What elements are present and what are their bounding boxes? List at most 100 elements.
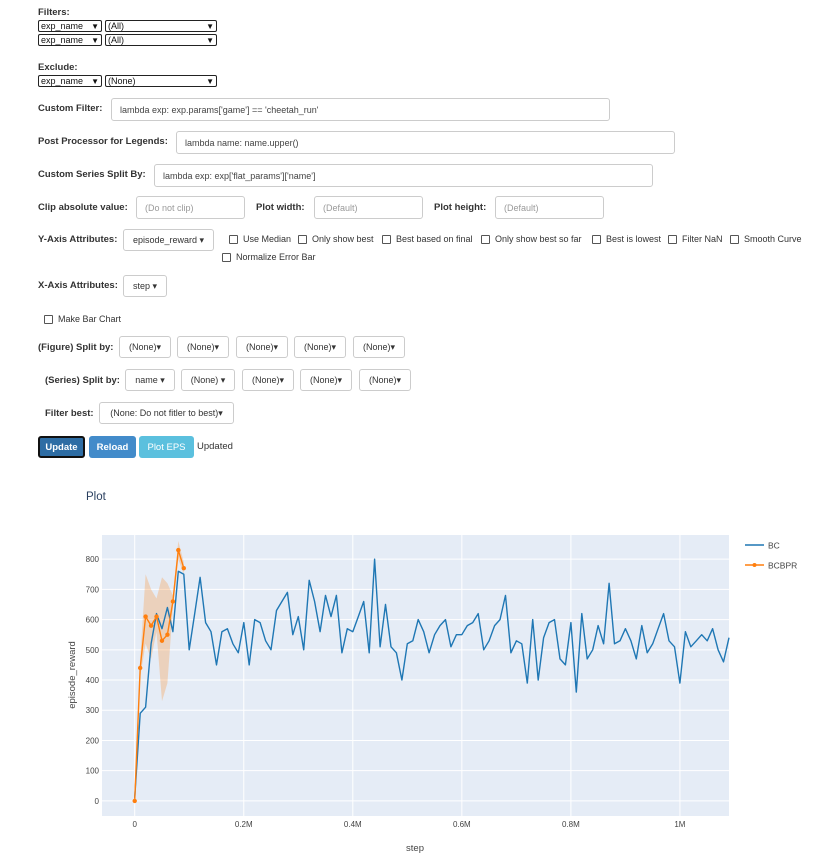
- y-tick-label: 700: [86, 585, 100, 594]
- caret-down-icon: ▾: [279, 374, 285, 385]
- plot-height-label: Plot height:: [434, 202, 487, 213]
- checkbox-label: Make Bar Chart: [58, 314, 122, 324]
- x-tick-label: 0.8M: [562, 820, 580, 829]
- checkbox-icon: [592, 234, 601, 244]
- data-point-bcbpr: [170, 599, 176, 604]
- checkbox-icon: [382, 234, 391, 244]
- data-point-bcbpr: [165, 632, 170, 637]
- y-tick-label: 500: [86, 646, 100, 655]
- filters-label: Filters:: [38, 7, 70, 18]
- series-split-dropdown-2[interactable]: (None) ▾: [181, 369, 235, 391]
- checkbox-label: Only show best: [312, 234, 374, 244]
- caret-down-icon: ▾: [214, 341, 220, 352]
- exclude-key-value: exp_name: [41, 76, 84, 86]
- checkbox-label: Best based on final: [396, 234, 473, 244]
- dropdown-value: (None): [190, 375, 219, 385]
- figure-split-label: (Figure) Split by:: [38, 342, 114, 353]
- dropdown-value: (None): [186, 342, 215, 352]
- x-tick-label: 0.6M: [453, 820, 471, 829]
- make-bar-chart-checkbox[interactable]: Make Bar Chart: [44, 314, 121, 324]
- y-tick-label: 800: [86, 555, 100, 564]
- chevron-down-icon: ▼: [91, 77, 99, 86]
- only-show-best-checkbox[interactable]: Only show best: [298, 234, 374, 244]
- plot-width-input[interactable]: (Default): [314, 196, 423, 219]
- series-split-dropdown-3[interactable]: (None) ▾: [242, 369, 294, 391]
- filter-nan-checkbox[interactable]: Filter NaN: [668, 234, 723, 244]
- series-split-label: (Series) Split by:: [45, 375, 120, 386]
- custom-filter-label: Custom Filter:: [38, 103, 103, 114]
- normalize-error-bar-checkbox[interactable]: Normalize Error Bar: [222, 252, 316, 262]
- only-show-best-so-far-checkbox[interactable]: Only show best so far: [481, 234, 582, 244]
- filter-best-dropdown[interactable]: (None: Do not fitler to best) ▾: [99, 402, 234, 424]
- figure-split-dropdown-2[interactable]: (None) ▾: [177, 336, 229, 358]
- filter-key-value: exp_name: [41, 35, 84, 45]
- checkbox-label: Best is lowest: [606, 234, 662, 244]
- legend: BC BCBPR: [745, 541, 797, 571]
- caret-down-icon: ▾: [156, 341, 162, 352]
- series-split-custom-input[interactable]: lambda exp: exp['flat_params']['name']: [154, 164, 653, 187]
- legend-label-bcbpr: BCBPR: [768, 561, 797, 571]
- data-point-bcbpr: [176, 547, 181, 553]
- x-tick-label: 0.4M: [344, 820, 362, 829]
- x-tick-label: 0.2M: [235, 820, 253, 829]
- checkbox-icon: [298, 234, 307, 244]
- plot-height-input[interactable]: (Default): [495, 196, 604, 219]
- filter-value-select-2[interactable]: (All) ▼: [105, 34, 217, 46]
- exclude-value-select[interactable]: (None) ▼: [105, 75, 217, 87]
- plot-eps-button[interactable]: Plot EPS: [139, 436, 194, 458]
- figure-split-dropdown-3[interactable]: (None) ▾: [236, 336, 288, 358]
- chevron-down-icon: ▼: [206, 22, 214, 31]
- plot-width-label: Plot width:: [256, 202, 305, 213]
- checkbox-icon: [44, 314, 53, 324]
- dropdown-value: (None): [362, 342, 391, 352]
- checkbox-icon: [229, 234, 238, 244]
- caret-down-icon: ▾: [199, 234, 205, 245]
- checkbox-label: Normalize Error Bar: [236, 252, 316, 262]
- smooth-curve-checkbox[interactable]: Smooth Curve: [730, 234, 802, 244]
- series-split-dropdown-4[interactable]: (None) ▾: [300, 369, 352, 391]
- reload-button[interactable]: Reload: [89, 436, 136, 458]
- data-point-bcbpr: [137, 665, 143, 671]
- y-axis-dropdown[interactable]: episode_reward ▾: [123, 229, 214, 251]
- chevron-down-icon: ▼: [91, 36, 99, 45]
- custom-filter-input[interactable]: lambda exp: exp.params['game'] == 'cheet…: [111, 98, 610, 121]
- exclude-value-text: (None): [108, 76, 136, 86]
- data-point-bcbpr: [132, 798, 137, 804]
- filter-key-select-2[interactable]: exp_name ▼: [38, 34, 102, 46]
- figure-split-dropdown-4[interactable]: (None) ▾: [294, 336, 346, 358]
- exclude-key-select[interactable]: exp_name ▼: [38, 75, 102, 87]
- series-split-dropdown-1[interactable]: name ▾: [125, 369, 175, 391]
- chevron-down-icon: ▼: [91, 22, 99, 31]
- figure-split-dropdown-1[interactable]: (None) ▾: [119, 336, 171, 358]
- series-split-dropdown-5[interactable]: (None) ▾: [359, 369, 411, 391]
- caret-down-icon: ▾: [220, 374, 226, 385]
- dropdown-value: (None): [368, 375, 397, 385]
- filter-value-select-1[interactable]: (All) ▼: [105, 20, 217, 32]
- y-tick-label: 300: [86, 706, 100, 715]
- figure-split-dropdown-5[interactable]: (None) ▾: [353, 336, 405, 358]
- best-is-lowest-checkbox[interactable]: Best is lowest: [592, 234, 661, 244]
- legend-post-input[interactable]: lambda name: name.upper(): [176, 131, 675, 154]
- y-tick-label: 200: [86, 736, 100, 745]
- update-button[interactable]: Update: [38, 436, 85, 458]
- dropdown-value: (None): [128, 342, 157, 352]
- filter-key-select-1[interactable]: exp_name ▼: [38, 20, 102, 32]
- legend-marker-bcbpr: [752, 563, 757, 567]
- exclude-label: Exclude:: [38, 62, 78, 73]
- use-median-checkbox[interactable]: Use Median: [229, 234, 291, 244]
- dropdown-value: (None): [251, 375, 280, 385]
- x-axis-dropdown[interactable]: step ▾: [123, 275, 167, 297]
- caret-down-icon: ▾: [337, 374, 343, 385]
- dropdown-value: (None): [303, 342, 332, 352]
- data-point-bcbpr: [143, 614, 148, 619]
- filter-best-label: Filter best:: [45, 408, 94, 419]
- clip-input[interactable]: (Do not clip): [136, 196, 245, 219]
- checkbox-label: Use Median: [243, 234, 292, 244]
- dropdown-value: (None): [309, 375, 338, 385]
- legend-label-bc: BC: [768, 541, 780, 551]
- dropdown-value: (None: Do not fitler to best): [110, 408, 219, 418]
- best-based-on-final-checkbox[interactable]: Best based on final: [382, 234, 473, 244]
- filter-value-text: (All): [108, 35, 124, 45]
- caret-down-icon: ▾: [218, 407, 223, 418]
- caret-down-icon: ▾: [390, 341, 396, 352]
